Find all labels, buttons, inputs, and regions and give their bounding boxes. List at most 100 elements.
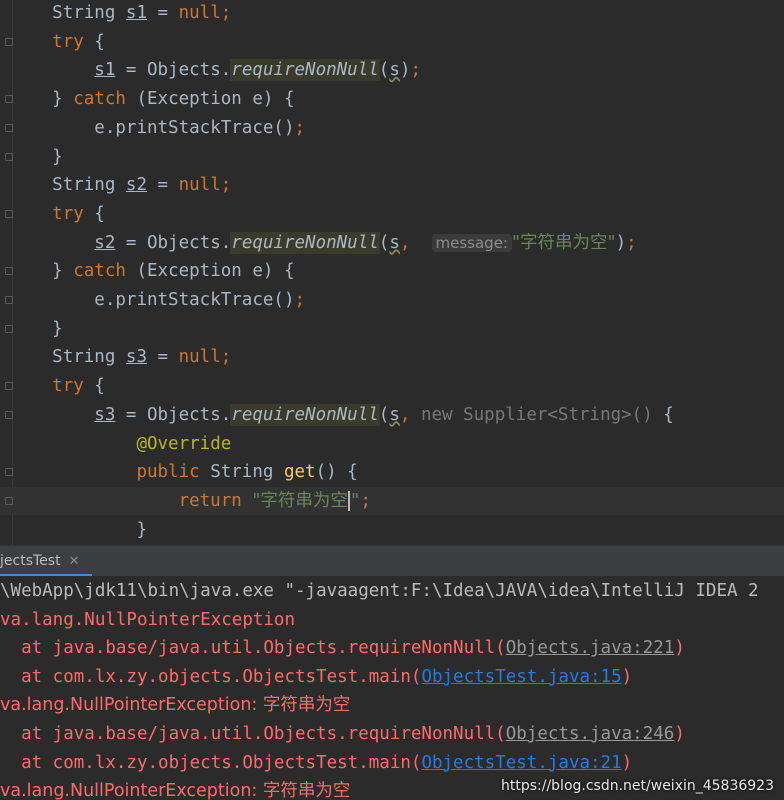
code-line[interactable]: s3 = Objects.requireNonNull(s, new Suppl…: [10, 401, 674, 429]
code-line[interactable]: }: [10, 315, 63, 343]
code-token: catch: [73, 261, 126, 282]
code-token: }: [52, 89, 74, 110]
code-line[interactable]: try {: [10, 28, 105, 56]
code-token: public: [136, 462, 211, 483]
code-token: }: [136, 519, 147, 540]
close-icon[interactable]: ✕: [69, 554, 80, 569]
console-text: at java.base/java.util.Objects.requireNo…: [0, 724, 506, 744]
code-token: get: [283, 462, 316, 483]
code-token: requireNonNull: [231, 404, 379, 425]
code-token: null: [178, 3, 221, 23]
stacktrace-link[interactable]: Objects.java:221: [506, 638, 675, 658]
code-token: ,: [399, 232, 421, 253]
code-token: ;: [360, 490, 371, 511]
console-line: at java.base/java.util.Objects.requireNo…: [0, 720, 685, 749]
code-line[interactable]: try {: [10, 200, 105, 228]
fold-marker-icon[interactable]: [5, 296, 13, 304]
code-line[interactable]: String s2 = null;: [10, 171, 231, 199]
fold-marker-icon[interactable]: [5, 410, 13, 419]
code-token: }: [52, 146, 63, 167]
console-text: va.lang.NullPointerException: [0, 609, 296, 630]
code-token: String: [52, 347, 126, 368]
code-line[interactable]: String s3 = null;: [10, 343, 231, 371]
code-line[interactable]: @Override: [10, 430, 231, 458]
stacktrace-link[interactable]: ObjectsTest.java:21: [421, 753, 621, 773]
code-token: (Exception e) {: [125, 261, 295, 282]
code-token: }: [52, 261, 74, 282]
code-token: ,: [399, 404, 421, 425]
code-token: null: [178, 347, 221, 368]
stacktrace-link[interactable]: Objects.java:246: [506, 724, 675, 744]
code-token: try: [52, 31, 84, 52]
code-token: catch: [73, 89, 126, 110]
code-line[interactable]: e.printStackTrace();: [10, 114, 305, 142]
code-token: s1: [94, 60, 116, 81]
console-text: ): [621, 666, 633, 687]
console-text: at com.lx.zy.objects.ObjectsTest.main(: [0, 666, 422, 687]
tab-run-config[interactable]: jectsTest ✕: [0, 546, 83, 576]
fold-marker-icon[interactable]: [5, 324, 13, 333]
code-token: String: [52, 3, 126, 23]
fold-marker-icon[interactable]: [5, 382, 13, 391]
fold-marker-icon[interactable]: [5, 209, 13, 218]
code-token: ): [615, 232, 627, 253]
code-line[interactable]: return "字符串为空 ";: [10, 487, 371, 515]
code-token: ): [399, 60, 411, 81]
tab-label: jectsTest: [0, 553, 61, 569]
code-line[interactable]: } catch (Exception e) {: [10, 85, 295, 113]
code-token: return: [178, 490, 253, 511]
code-line[interactable]: try {: [10, 372, 105, 400]
console-line: at com.lx.zy.objects.ObjectsTest.main(Ob…: [0, 663, 632, 692]
code-token: try: [52, 376, 84, 397]
code-token: {: [83, 203, 105, 224]
fold-marker-icon[interactable]: [5, 152, 13, 161]
code-token: {: [83, 376, 105, 397]
code-token: String: [210, 462, 284, 483]
code-token: (Exception e) {: [125, 89, 295, 110]
console-line: va.lang.NullPointerException: [0, 606, 295, 635]
console-text: ): [621, 752, 633, 773]
code-line[interactable]: e.printStackTrace();: [10, 286, 305, 314]
code-token: s2: [94, 232, 116, 253]
console-line: va.lang.NullPointerException: 字符串为空: [0, 691, 350, 720]
code-line[interactable]: s1 = Objects.requireNonNull(s);: [10, 56, 421, 84]
stacktrace-link[interactable]: ObjectsTest.java:15: [421, 667, 621, 687]
code-token: requireNonNull: [231, 60, 379, 81]
code-token: null: [178, 175, 221, 196]
code-editor[interactable]: String s1 = null; try { s1 = Objects.req…: [0, 0, 784, 545]
parameter-hint: message:: [431, 233, 512, 252]
fold-marker-icon[interactable]: [5, 123, 13, 132]
code-token: = Objects.: [115, 232, 232, 253]
code-line[interactable]: }: [10, 516, 147, 544]
code-token: "字符串为空: [252, 490, 348, 511]
code-line[interactable]: } catch (Exception e) {: [10, 257, 295, 285]
watermark: https://blog.csdn.net/weixin_45836923: [500, 778, 774, 794]
run-console[interactable]: \WebApp\jdk11\bin\java.exe "-javaagent:F…: [0, 576, 784, 800]
fold-marker-icon[interactable]: [5, 496, 13, 505]
code-token: ;: [220, 175, 232, 196]
fold-marker-icon[interactable]: [5, 37, 13, 46]
code-token: s1: [125, 3, 147, 23]
code-line[interactable]: String s1 = null;: [10, 0, 231, 27]
code-line[interactable]: }: [10, 143, 63, 171]
fold-marker-icon[interactable]: [5, 468, 13, 477]
fold-marker-icon[interactable]: [5, 95, 13, 104]
code-line[interactable]: public String get() {: [10, 458, 357, 486]
code-line[interactable]: s2 = Objects.requireNonNull(s, message: "…: [10, 229, 637, 257]
code-token: s: [389, 404, 400, 425]
fold-marker-icon[interactable]: [5, 267, 13, 276]
console-text: ): [674, 638, 685, 659]
